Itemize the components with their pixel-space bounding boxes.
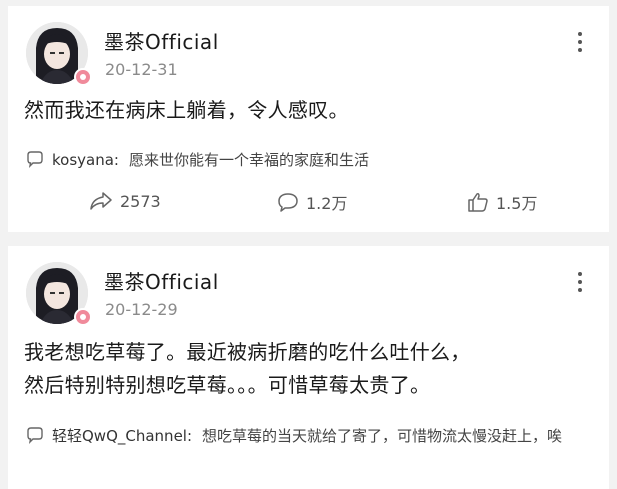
- author-name[interactable]: 墨茶Official: [104, 266, 219, 295]
- vip-badge-icon: [74, 308, 92, 326]
- comment-colon: :: [186, 427, 193, 445]
- comment-text: 想吃草莓的当天就给了寄了，可惜物流太慢没赶上，唉: [202, 427, 563, 445]
- post-content-line: 我老想吃草莓了。最近被病折磨的吃什么吐什么，: [24, 340, 471, 364]
- comment-username[interactable]: 轻轻QwQ_Channel: [52, 424, 187, 448]
- avatar[interactable]: [26, 22, 92, 86]
- post-content: 我老想吃草莓了。最近被病折磨的吃什么吐什么， 然后特别特别想吃草莓。。。可惜草莓…: [24, 336, 471, 402]
- post-date: 20-12-29: [105, 300, 178, 319]
- speech-bubble-icon: [27, 151, 43, 169]
- comment-username[interactable]: kosyana: [52, 148, 114, 172]
- comment-button[interactable]: 1.2万: [276, 190, 347, 214]
- share-arrow-icon: [90, 192, 112, 210]
- post-card: 墨茶Official 20-12-31 然而我还在病床上躺着，令人感叹。 kos…: [8, 6, 609, 232]
- post-card: 墨茶Official 20-12-29 我老想吃草莓了。最近被病折磨的吃什么吐什…: [8, 246, 609, 489]
- comment-count: 1.2万: [306, 194, 348, 213]
- top-comment[interactable]: kosyana : 愿来世你能有一个幸福的家庭和生活: [26, 148, 586, 172]
- speech-bubble-icon: [27, 427, 43, 445]
- share-button[interactable]: 2573: [88, 190, 161, 212]
- vip-badge-icon: [74, 68, 92, 86]
- post-content: 然而我还在病床上躺着，令人感叹。: [24, 94, 349, 127]
- post-date: 20-12-31: [105, 60, 178, 79]
- author-name[interactable]: 墨茶Official: [104, 26, 219, 55]
- post-content-line: 然而我还在病床上躺着，令人感叹。: [24, 98, 349, 122]
- more-vertical-icon[interactable]: [577, 32, 583, 54]
- comment-colon: :: [113, 151, 119, 169]
- comment-text: 愿来世你能有一个幸福的家庭和生活: [128, 151, 369, 169]
- speech-bubble-icon: [278, 193, 298, 212]
- share-count: 2573: [120, 191, 161, 211]
- more-vertical-icon[interactable]: [577, 272, 583, 294]
- action-bar: 2573 1.2万 1.5万: [8, 190, 609, 220]
- thumbs-up-icon: [468, 193, 488, 212]
- like-count: 1.5万: [496, 194, 538, 213]
- avatar[interactable]: [26, 262, 92, 326]
- post-content-line: 然后特别特别想吃草莓。。。可惜草莓太贵了。: [24, 373, 431, 397]
- top-comment[interactable]: 轻轻QwQ_Channel : 想吃草莓的当天就给了寄了，可惜物流太慢没赶上，唉: [26, 424, 586, 448]
- like-button[interactable]: 1.5万: [466, 190, 537, 214]
